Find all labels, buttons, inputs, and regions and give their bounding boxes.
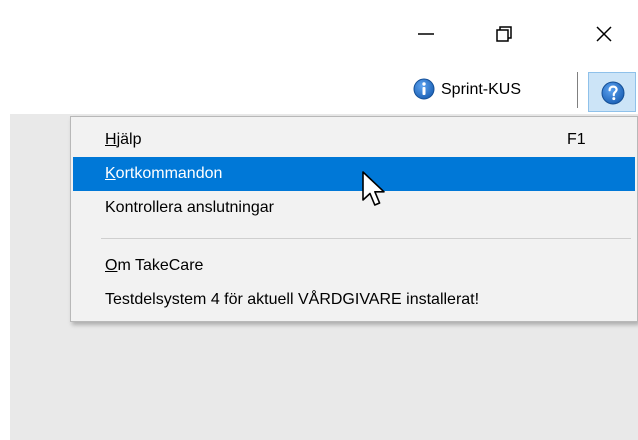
toolbar: Sprint-KUS bbox=[10, 66, 638, 114]
title-bar bbox=[10, 0, 638, 66]
minimize-icon bbox=[418, 33, 434, 35]
restore-button[interactable] bbox=[484, 16, 524, 52]
menu-item-label: Hjälp bbox=[105, 131, 142, 148]
menu-item-kortkommandon[interactable]: Kortkommandon bbox=[73, 157, 635, 191]
toolbar-separator bbox=[577, 72, 578, 108]
menu-item-testdelsystem[interactable]: Testdelsystem 4 för aktuell VÅRDGIVARE i… bbox=[73, 283, 635, 317]
help-button[interactable] bbox=[588, 72, 636, 112]
menu-item-shortcut: F1 bbox=[567, 131, 586, 148]
info-icon[interactable] bbox=[413, 78, 435, 100]
menu-item-label: Kortkommandon bbox=[105, 165, 223, 182]
close-icon bbox=[596, 26, 612, 42]
close-button[interactable] bbox=[584, 16, 624, 52]
menu-item-om-takecare[interactable]: Om TakeCare bbox=[73, 249, 635, 283]
menu-separator bbox=[101, 238, 631, 239]
menu-item-label: Testdelsystem 4 för aktuell VÅRDGIVARE i… bbox=[105, 291, 480, 308]
minimize-button[interactable] bbox=[406, 16, 446, 52]
help-icon bbox=[601, 81, 625, 105]
menu-item-label: Om TakeCare bbox=[105, 257, 204, 274]
sprint-kus-label[interactable]: Sprint-KUS bbox=[441, 80, 521, 100]
mouse-pointer-icon bbox=[362, 171, 385, 206]
menu-item-label: Kontrollera anslutningar bbox=[105, 199, 274, 216]
help-menu: Hjälp F1 Kortkommandon Kontrollera anslu… bbox=[70, 116, 638, 322]
menu-item-hjalp[interactable]: Hjälp F1 bbox=[73, 123, 635, 157]
restore-icon bbox=[496, 26, 512, 42]
menu-item-kontrollera-anslutningar[interactable]: Kontrollera anslutningar bbox=[73, 191, 635, 225]
